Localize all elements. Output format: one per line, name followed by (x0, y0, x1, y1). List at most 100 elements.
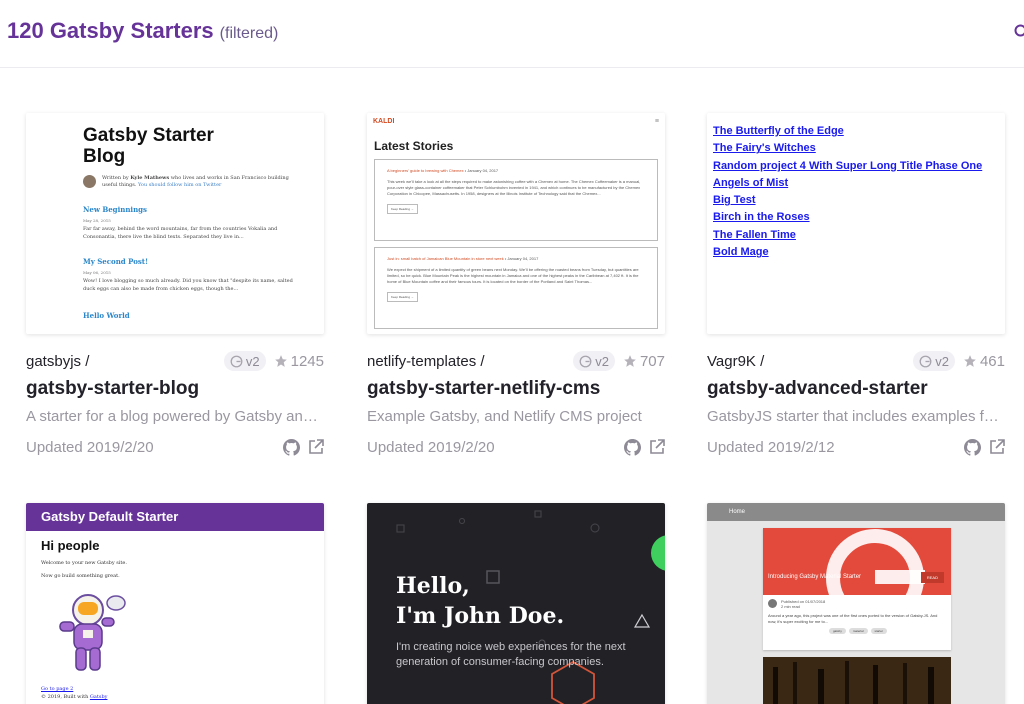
forest-image (763, 657, 951, 704)
preview-post-link: The Fairy's Witches (713, 142, 816, 155)
preview-story: A beginners' guide to brewing with Cheme… (374, 159, 658, 241)
count-title-text: 120 Gatsby Starters (7, 18, 214, 43)
tag-chip: material (848, 628, 868, 634)
menu-icon: ≡ (654, 117, 659, 125)
preview-page2-link: Go to page 2 (41, 686, 74, 692)
hero-post-title: Introducing Gatsby Material Starter (768, 574, 862, 580)
version-badge: v2 (913, 351, 955, 371)
tag-chip: gatsby (829, 628, 846, 634)
external-link-icon[interactable] (308, 439, 324, 455)
bio-author: Kyle Mathews (130, 175, 170, 181)
calendar-icon (768, 599, 777, 608)
preview-post: Hello World (83, 311, 298, 320)
kaldi-logo: KALDI (373, 117, 395, 125)
story-body: We expect the shipment of a limited quan… (387, 267, 639, 284)
gatsby-logo-icon (579, 355, 592, 367)
preview-post-card: Introducing Gatsby Material Starter READ… (763, 528, 951, 650)
preview-paragraph: Now go build something great. (41, 573, 120, 579)
star-icon (624, 355, 636, 367)
stars-count: 1245 (274, 353, 324, 370)
preview-heading: Hi people (41, 538, 100, 553)
version-label: v2 (245, 353, 260, 369)
starter-updated: Updated 2019/2/20 (26, 439, 154, 456)
external-link-icon[interactable] (989, 439, 1005, 455)
starter-badges: v2 461 (913, 351, 1005, 371)
hero-line: I'm John Doe. (396, 603, 565, 629)
starter-card: The Butterfly of the Edge The Fairy's Wi… (707, 113, 1005, 463)
story-title: Just in: small batch of Jamaican Blue Mo… (387, 256, 504, 261)
preview-post-card-forest (763, 657, 951, 704)
starter-badges: v2 707 (573, 351, 665, 371)
keep-reading-button: Keep Reading → (387, 204, 418, 214)
starter-links (964, 439, 1005, 456)
read-time: 2 min read (781, 604, 800, 609)
starter-name[interactable]: gatsby-advanced-starter (707, 378, 928, 400)
bio-link: You should follow him on Twitter (138, 182, 222, 188)
search-icon[interactable] (1014, 24, 1024, 40)
story-date: January 04, 2017 (467, 168, 499, 173)
preview-navbar: KALDI ≡ (367, 113, 665, 129)
astronaut-illustration (59, 594, 126, 671)
preview-post-link: Random project 4 With Super Long Title P… (713, 159, 983, 172)
page-header: 120 Gatsby Starters (filtered) (0, 0, 1024, 68)
version-badge: v2 (223, 351, 266, 371)
read-button: READ (920, 572, 944, 583)
preview-app-bar: Home (707, 503, 1005, 521)
starter-owner[interactable]: Vagr9K / (707, 353, 764, 370)
post-excerpt: Around a year ago, this project was one … (768, 613, 938, 624)
preview-hero-text: I'm creating noice web experiences for t… (396, 641, 626, 668)
preview-heading: Latest Stories (374, 139, 454, 153)
version-label: v2 (935, 353, 949, 369)
gatsby-hero-logo (826, 529, 925, 595)
star-icon (964, 355, 976, 367)
star-icon (274, 355, 287, 367)
avatar (83, 175, 96, 188)
keep-reading-button: Keep Reading → (387, 292, 418, 302)
preview-post-link: Birch in the Roses (713, 211, 810, 224)
stars-count: 707 (623, 353, 665, 370)
preview-post-link: Angels of Mist (713, 176, 789, 189)
tag-chip: starter (870, 628, 888, 634)
external-link-icon[interactable] (649, 439, 665, 455)
preview-post-link: Bold Mage (713, 246, 769, 259)
post-body: Far far away, behind the word mountains,… (83, 226, 278, 240)
story-body: This week we'll take a look at all the s… (387, 179, 641, 196)
gatsby-logo-icon (919, 355, 932, 367)
preview-header-bar: Gatsby Default Starter (26, 503, 324, 531)
starter-updated: Updated 2019/2/20 (367, 439, 495, 456)
stars-value: 1245 (290, 352, 324, 370)
gatsby-logo-icon (230, 355, 243, 367)
starter-thumbnail[interactable]: Gatsby Starter Blog Written by Kyle Math… (26, 113, 324, 334)
github-icon[interactable] (283, 439, 300, 456)
starter-name[interactable]: gatsby-starter-blog (26, 378, 199, 400)
preview-paragraph: Welcome to your new Gatsby site. (41, 560, 127, 566)
preview-post: New Beginnings May 28, 2015 Far far away… (83, 205, 298, 241)
footer-gatsby-link: Gatsby (89, 694, 108, 700)
starter-badges: v2 1245 (223, 351, 324, 371)
starter-owner[interactable]: netlify-templates / (367, 353, 485, 370)
starter-thumbnail[interactable]: The Butterfly of the Edge The Fairy's Wi… (707, 113, 1005, 334)
preview-blog-title: Gatsby Starter Blog (83, 125, 214, 167)
bio-prefix: Written by (102, 175, 129, 181)
starter-name[interactable]: gatsby-starter-netlify-cms (367, 378, 600, 400)
starter-thumbnail[interactable]: Home Introducing Gatsby Material Starter… (707, 503, 1005, 704)
starter-updated: Updated 2019/2/12 (707, 439, 835, 456)
post-date: May 28, 2015 (83, 218, 111, 223)
preview-hero-heading: Hello, I'm John Doe. (396, 571, 656, 631)
github-icon[interactable] (964, 439, 981, 456)
starter-description: A starter for a blog powered by Gatsby a… (26, 408, 324, 425)
filtered-label: (filtered) (219, 25, 279, 42)
preview-story: Just in: small batch of Jamaican Blue Mo… (374, 247, 658, 329)
github-icon[interactable] (624, 439, 641, 456)
post-title: Hello World (83, 311, 130, 320)
story-title: A beginners' guide to brewing with Cheme… (387, 168, 464, 173)
stars-count: 461 (963, 353, 1005, 370)
starter-thumbnail[interactable]: KALDI ≡ Latest Stories A beginners' guid… (367, 113, 665, 334)
starter-card: Gatsby Default Starter Hi people Welcome… (26, 503, 324, 704)
post-body: Wow! I love blogging so much already. Di… (83, 278, 293, 292)
starter-owner[interactable]: gatsbyjs / (26, 353, 89, 370)
stars-value: 461 (979, 352, 1005, 370)
starter-thumbnail[interactable]: Gatsby Default Starter Hi people Welcome… (26, 503, 324, 704)
starter-card: Home Introducing Gatsby Material Starter… (707, 503, 1005, 704)
starter-thumbnail[interactable]: Hello, I'm John Doe. I'm creating noice … (367, 503, 665, 704)
